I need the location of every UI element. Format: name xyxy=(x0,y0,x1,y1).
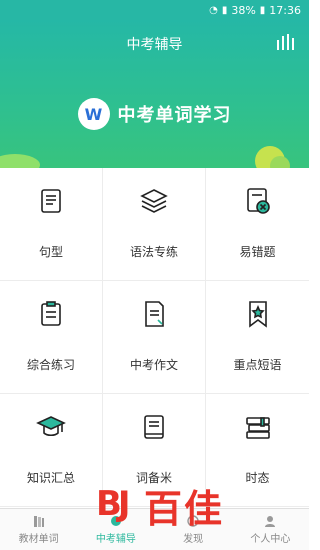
watermark-logo: BJ 百佳 xyxy=(96,478,224,533)
grid-label: 语法专练 xyxy=(129,245,178,259)
grid-label: 重点短语 xyxy=(233,358,282,372)
bookmark-star-icon xyxy=(248,301,267,328)
books-stack-icon xyxy=(245,417,270,439)
battery-level: 38% xyxy=(231,3,256,17)
tab-textbook-words[interactable]: 教材单词 xyxy=(0,509,77,550)
app-logo: W xyxy=(77,98,110,130)
grid-label: 中考作文 xyxy=(129,358,178,372)
grid-item-essay[interactable]: 中考作文 xyxy=(103,281,206,394)
book-icon xyxy=(144,415,164,439)
page-title: 中考辅导 xyxy=(126,37,183,53)
grid-label: 时态 xyxy=(245,471,270,485)
tab-label: 个人中心 xyxy=(250,534,291,545)
wifi-icon: ◔ xyxy=(209,4,218,16)
grid-item-mistakes[interactable]: 易错题 xyxy=(206,168,309,281)
status-bar: ◔ ▮ 38% ▮ 17:36 xyxy=(0,0,309,20)
tab-label: 教材单词 xyxy=(18,534,59,545)
watermark-text: 百佳 xyxy=(144,487,225,531)
user-icon xyxy=(265,516,276,527)
layers-icon xyxy=(140,189,168,213)
stats-bars-icon[interactable] xyxy=(277,34,295,50)
grid-item-sentence[interactable]: 句型 xyxy=(0,168,103,281)
tab-profile[interactable]: 个人中心 xyxy=(232,509,309,550)
document-icon xyxy=(145,301,164,327)
books-icon xyxy=(33,516,44,527)
logo-letter: W xyxy=(84,104,103,124)
battery-icon: ▮ xyxy=(259,4,266,16)
grid-item-practice[interactable]: 综合练习 xyxy=(0,281,103,394)
clock: 17:36 xyxy=(269,3,301,17)
scroll-icon xyxy=(41,189,61,213)
grid-item-knowledge[interactable]: 知识汇总 xyxy=(0,394,103,507)
grid-label: 易错题 xyxy=(239,245,276,259)
grid-label: 知识汇总 xyxy=(26,471,75,485)
hero-title: 中考单词学习 xyxy=(117,105,232,126)
hero-banner: W 中考单词学习 xyxy=(0,98,309,130)
mistake-card-icon xyxy=(246,188,270,214)
grid-item-grammar[interactable]: 语法专练 xyxy=(103,168,206,281)
grid-item-phrases[interactable]: 重点短语 xyxy=(206,281,309,394)
watermark-badge-icon: BJ xyxy=(96,483,131,524)
graduation-cap-icon xyxy=(36,416,66,437)
feature-grid: 句型 语法专练 易错题 综合练习 中考作文 重点短语 知识汇总 词备米 时态 xyxy=(0,168,309,508)
clipboard-icon xyxy=(41,301,61,326)
signal-icon: ▮ xyxy=(221,4,228,16)
grid-label: 句型 xyxy=(38,245,63,259)
grid-label: 综合练习 xyxy=(26,358,75,372)
header: 中考辅导 W 中考单词学习 xyxy=(0,20,309,170)
